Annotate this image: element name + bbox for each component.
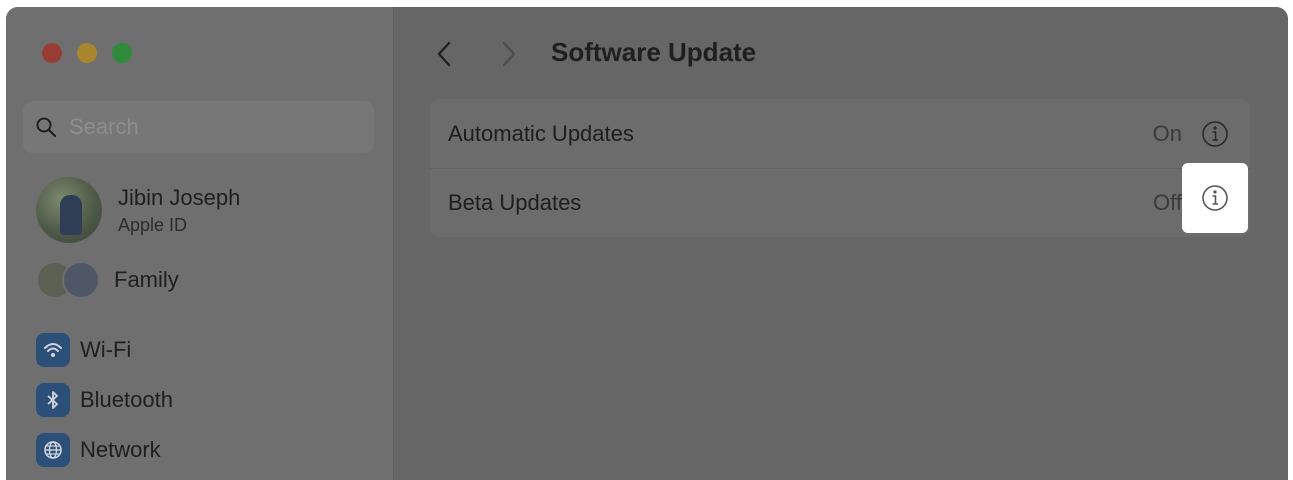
settings-window: Search Jibin Joseph Apple ID Family Wi-F… <box>6 7 1288 480</box>
wifi-icon <box>36 333 70 367</box>
setting-label: Automatic Updates <box>448 120 634 146</box>
main-content: Software Update Automatic Updates On Bet… <box>394 7 1288 480</box>
sidebar-item-network[interactable]: Network <box>36 433 161 467</box>
sidebar-item-bluetooth[interactable]: Bluetooth <box>36 383 173 417</box>
settings-card: Automatic Updates On Beta Updates Off <box>430 99 1250 237</box>
setting-value: On <box>1152 120 1182 146</box>
close-button[interactable] <box>42 43 62 63</box>
traffic-lights <box>42 43 132 63</box>
avatar <box>36 177 102 243</box>
info-icon <box>1202 185 1228 211</box>
setting-label: Beta Updates <box>448 189 582 215</box>
minimize-button[interactable] <box>77 43 97 63</box>
profile-name: Jibin Joseph <box>118 184 241 210</box>
back-button[interactable] <box>434 39 454 69</box>
apple-id-profile[interactable]: Jibin Joseph Apple ID <box>36 177 240 243</box>
page-title: Software Update <box>551 37 757 67</box>
profile-subtitle: Apple ID <box>118 214 188 235</box>
search-field[interactable]: Search <box>23 101 374 153</box>
sidebar-item-wifi[interactable]: Wi-Fi <box>36 333 131 367</box>
setting-row-automatic-updates: Automatic Updates On <box>430 99 1250 169</box>
setting-row-beta-updates: Beta Updates Off <box>430 168 1250 237</box>
setting-value: Off <box>1153 189 1182 215</box>
sidebar-item-label: Family <box>114 267 179 292</box>
sidebar: Search Jibin Joseph Apple ID Family Wi-F… <box>6 7 394 480</box>
toolbar: Software Update <box>394 7 1288 99</box>
family-avatar <box>62 261 100 299</box>
sidebar-item-family[interactable]: Family <box>36 261 179 299</box>
sidebar-item-label: Network <box>80 437 161 462</box>
search-placeholder: Search <box>69 114 139 139</box>
forward-button[interactable] <box>499 39 519 69</box>
beta-updates-info-button[interactable] <box>1182 163 1248 233</box>
bluetooth-icon <box>36 383 70 417</box>
sidebar-item-label: Bluetooth <box>80 387 173 412</box>
sidebar-item-label: Wi-Fi <box>80 337 132 362</box>
info-icon[interactable] <box>1200 119 1230 149</box>
maximize-button[interactable] <box>112 43 132 63</box>
globe-icon <box>36 433 70 467</box>
search-icon <box>36 117 57 138</box>
